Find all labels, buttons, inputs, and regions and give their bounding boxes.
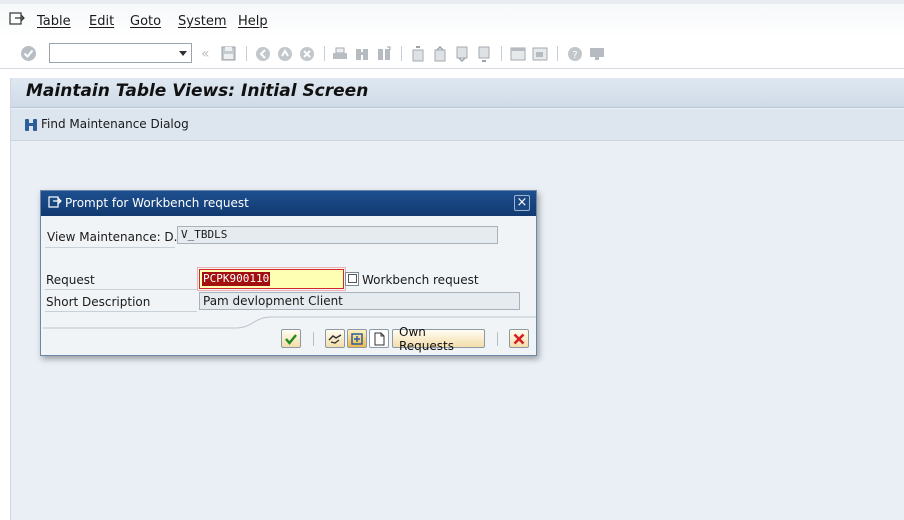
binoculars-icon[interactable] [23,117,39,133]
create-request-button[interactable] [325,329,345,348]
request-icon [351,332,363,345]
close-icon[interactable]: × [514,195,530,211]
menu-goto[interactable]: Goto [130,14,161,29]
menu-edit[interactable]: Edit [89,14,114,29]
chevron-down-icon[interactable] [179,51,187,56]
find-next-icon[interactable] [375,45,392,62]
toolbar-separator [401,46,402,61]
menu-help[interactable]: Help [238,14,268,29]
back-icon[interactable] [254,45,271,62]
own-requests-button[interactable]: Own Requests [392,325,485,353]
change-request-button[interactable] [347,329,367,348]
cancel-icon[interactable] [298,45,315,62]
find-maintenance-dialog-button[interactable]: Find Maintenance Dialog [41,117,189,131]
dialog-title-bar: Prompt for Workbench request × [41,191,536,216]
dialog-icon [48,196,62,208]
menu-bar: Table Edit Goto System Help [0,0,904,38]
enter-icon[interactable] [20,45,37,62]
handshake-icon [328,333,342,344]
search-help-icon[interactable] [345,272,359,286]
continue-button[interactable] [281,329,301,348]
exit-icon[interactable] [276,45,293,62]
last-page-icon[interactable] [475,45,492,62]
short-description-label: Short Description [46,295,151,309]
toolbar-separator [501,46,502,61]
divider [45,247,175,248]
toolbar-separator [324,46,325,61]
view-maintenance-label: View Maintenance: D... [47,230,186,244]
button-separator [497,332,498,346]
double-chevron-left-icon: « [201,46,210,62]
application-toolbar: Find Maintenance Dialog [11,109,904,141]
new-request-button[interactable] [369,329,389,348]
toolbar-separator [246,46,247,61]
find-icon[interactable] [353,45,370,62]
standard-toolbar: « ? [0,38,904,69]
menu-system[interactable]: System [178,14,226,29]
cancel-x-icon [513,333,525,344]
document-icon [374,332,385,345]
prev-page-icon[interactable] [431,45,448,62]
toolbar-separator [557,46,558,61]
short-description-field[interactable]: Pam devlopment Client [199,292,520,310]
cancel-button[interactable] [509,329,529,348]
system-menu-icon[interactable] [9,12,25,26]
next-page-icon[interactable] [453,45,470,62]
page-title: Maintain Table Views: Initial Screen [26,81,369,101]
check-icon [285,333,297,345]
new-session-icon[interactable] [509,45,526,62]
screen-title-bar: Maintain Table Views: Initial Screen [11,78,904,108]
svg-text:?: ? [572,50,577,61]
dialog-title: Prompt for Workbench request [65,196,249,210]
workbench-request-dialog: Prompt for Workbench request × View Main… [40,190,537,356]
request-type-label: Workbench request [362,273,479,287]
print-icon[interactable] [331,45,348,62]
divider [45,311,197,312]
request-label: Request [46,273,95,287]
request-input-value: PCPK900110 [202,272,271,286]
view-maintenance-field: V_TBDLS [177,226,498,244]
command-field[interactable] [49,43,192,63]
menu-table[interactable]: Table [37,14,71,29]
save-icon[interactable] [220,45,237,62]
request-input[interactable]: PCPK900110 [197,267,346,291]
first-page-icon[interactable] [409,45,426,62]
button-separator [313,332,314,346]
divider [45,289,197,290]
help-icon[interactable]: ? [566,45,583,62]
layout-icon[interactable] [588,45,605,62]
shortcut-icon[interactable] [531,45,548,62]
